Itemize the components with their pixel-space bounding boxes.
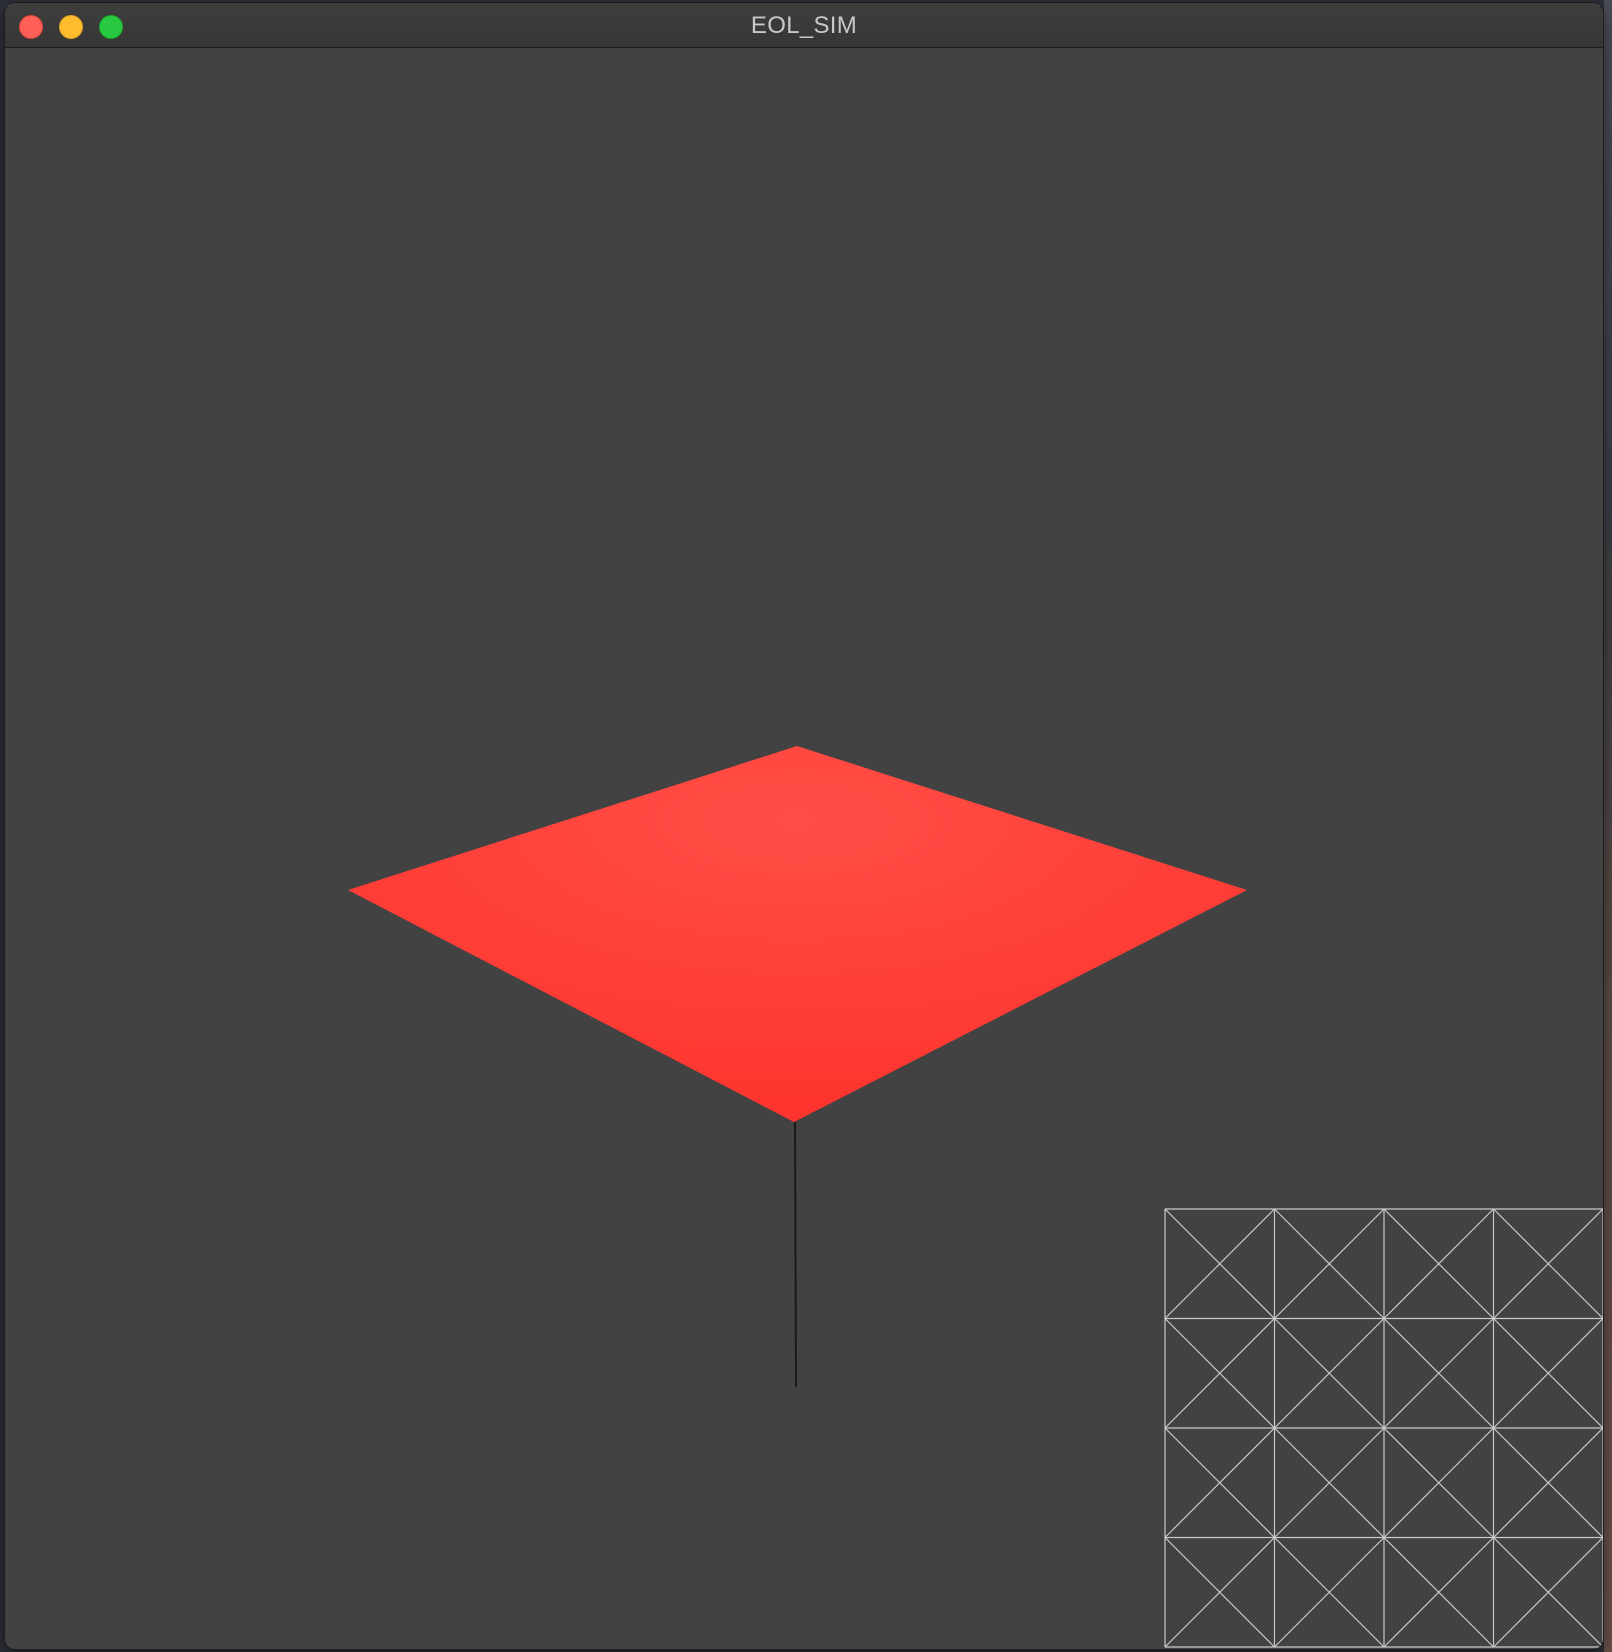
cloth-mesh-wireframe — [1164, 1208, 1603, 1648]
anchor-rod — [794, 1121, 797, 1388]
render-viewport[interactable] — [5, 48, 1603, 1649]
app-window: EOL_SIM — [5, 3, 1603, 1649]
window-title: EOL_SIM — [750, 12, 858, 39]
scene-canvas — [348, 746, 1603, 1648]
cloth-surface — [348, 746, 1247, 1122]
title-bar[interactable]: EOL_SIM — [5, 3, 1603, 48]
desktop-edge — [1604, 0, 1612, 1652]
